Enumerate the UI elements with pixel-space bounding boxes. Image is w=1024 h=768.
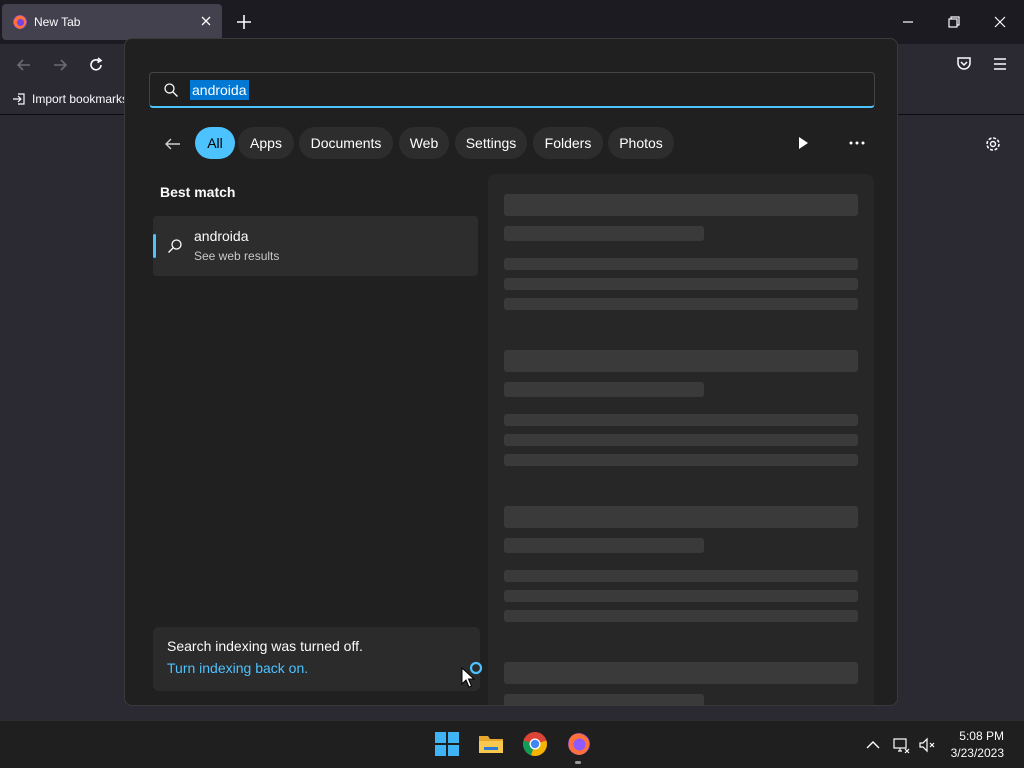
skeleton-block — [504, 570, 858, 582]
pocket-icon[interactable] — [954, 54, 974, 74]
reload-icon[interactable] — [86, 55, 106, 75]
indexing-message: Search indexing was turned off. — [167, 638, 363, 654]
filter-web[interactable]: Web — [399, 127, 449, 159]
back-arrow-icon[interactable] — [163, 134, 183, 154]
search-input[interactable]: androida — [190, 80, 249, 100]
firefox-tab-icon — [13, 15, 27, 29]
skeleton-block — [504, 454, 858, 466]
best-match-heading: Best match — [160, 184, 236, 200]
search-icon — [168, 239, 182, 253]
filter-all[interactable]: All — [195, 127, 235, 159]
import-icon — [13, 93, 25, 105]
windows-search-flyout: androida All Apps Documents Web Settings… — [124, 38, 898, 706]
firefox-icon[interactable] — [566, 731, 592, 757]
gear-icon[interactable] — [982, 133, 1004, 155]
skeleton-block — [504, 226, 704, 241]
close-window-icon[interactable] — [990, 12, 1010, 32]
mouse-cursor-icon — [461, 667, 475, 688]
filter-documents[interactable]: Documents — [299, 127, 393, 159]
import-bookmarks-label: Import bookmarks... — [32, 92, 139, 106]
network-icon[interactable] — [892, 736, 910, 754]
filter-apps[interactable]: Apps — [238, 127, 294, 159]
best-match-result[interactable]: androida See web results — [153, 216, 478, 276]
filter-settings[interactable]: Settings — [455, 127, 527, 159]
skeleton-block — [504, 194, 858, 216]
skeleton-block — [504, 258, 858, 270]
search-box[interactable]: androida — [149, 72, 875, 108]
taskbar: 5:08 PM 3/23/2023 — [0, 720, 1024, 768]
close-tab-icon[interactable] — [198, 13, 214, 29]
skeleton-block — [504, 590, 858, 602]
tab-title: New Tab — [34, 15, 81, 29]
skeleton-block — [504, 538, 704, 553]
clock-time[interactable]: 5:08 PM — [959, 729, 1004, 743]
skeleton-block — [504, 434, 858, 446]
chrome-icon[interactable] — [522, 731, 548, 757]
volume-muted-icon[interactable] — [918, 736, 936, 754]
chevron-up-icon[interactable] — [864, 736, 882, 754]
skeleton-block — [504, 506, 858, 528]
skeleton-block — [504, 382, 704, 397]
skeleton-block — [504, 610, 858, 622]
back-arrow-icon[interactable] — [14, 55, 34, 75]
skeleton-block — [504, 414, 858, 426]
filter-folders[interactable]: Folders — [533, 127, 603, 159]
search-icon — [164, 83, 178, 97]
new-tab-icon[interactable] — [234, 12, 254, 32]
preview-pane — [488, 174, 874, 705]
filter-photos[interactable]: Photos — [608, 127, 674, 159]
windows-start-icon[interactable] — [434, 731, 460, 757]
indexing-notice: Search indexing was turned off. Turn ind… — [153, 627, 480, 691]
browser-tab[interactable]: New Tab — [2, 4, 222, 40]
restore-icon[interactable] — [944, 12, 964, 32]
hamburger-menu-icon[interactable] — [990, 54, 1010, 74]
import-bookmarks-button[interactable]: Import bookmarks... — [12, 90, 138, 108]
file-explorer-icon[interactable] — [478, 731, 504, 757]
running-indicator — [575, 761, 581, 764]
skeleton-block — [504, 694, 704, 705]
clock-date[interactable]: 3/23/2023 — [951, 746, 1004, 760]
forward-arrow-icon[interactable] — [50, 55, 70, 75]
more-options-icon[interactable] — [847, 135, 867, 151]
minimize-icon[interactable] — [898, 12, 918, 32]
skeleton-block — [504, 298, 858, 310]
selection-indicator — [153, 234, 156, 258]
result-title: androida — [194, 228, 249, 244]
skeleton-block — [504, 278, 858, 290]
skeleton-block — [504, 350, 858, 372]
result-subtitle: See web results — [194, 249, 280, 263]
play-icon[interactable] — [795, 135, 811, 151]
skeleton-block — [504, 662, 858, 684]
turn-indexing-on-link[interactable]: Turn indexing back on. — [167, 660, 308, 676]
